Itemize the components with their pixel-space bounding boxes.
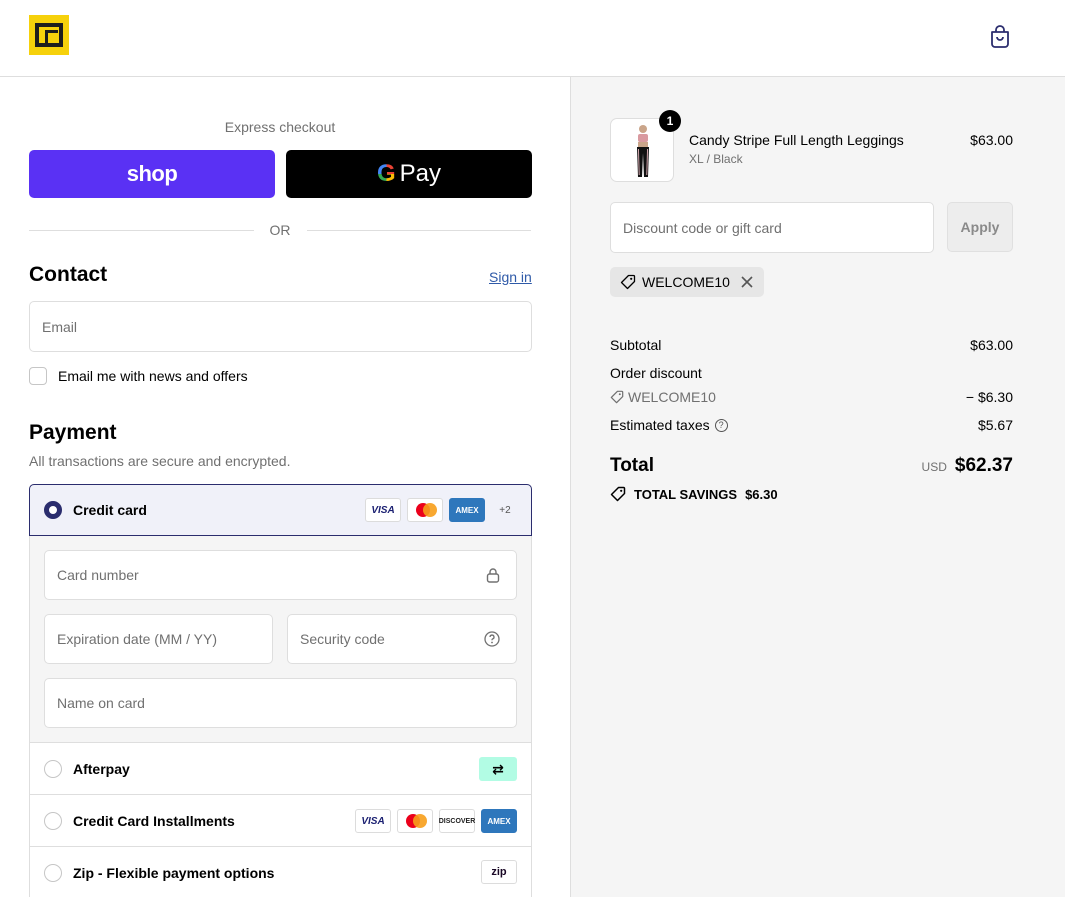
discount-value: − $6.30 — [965, 389, 1013, 405]
credit-card-radio[interactable] — [44, 501, 62, 519]
sign-in-link[interactable]: Sign in — [489, 269, 532, 285]
mastercard-icon — [407, 498, 443, 522]
lock-icon — [486, 568, 500, 583]
subtotal-row: Subtotal $63.00 — [610, 337, 1013, 353]
order-discount-row: Order discount — [610, 365, 1013, 381]
mastercard-icon — [397, 809, 433, 833]
header — [0, 0, 1065, 77]
discount-tag-icon — [620, 274, 636, 290]
total-label: Total — [610, 455, 654, 476]
product-price: $63.00 — [970, 132, 1013, 148]
zip-label: Zip - Flexible payment options — [73, 864, 275, 881]
google-g-icon: G — [376, 160, 396, 187]
payment-methods: Credit card VISA AMEX +2 Card number Exp… — [29, 484, 532, 897]
payment-option-afterpay[interactable]: Afterpay ⇄ — [30, 744, 531, 794]
zip-icon: zip — [481, 860, 517, 884]
discount-code-input[interactable]: Discount code or gift card — [610, 202, 934, 253]
name-on-card-input[interactable]: Name on card — [44, 678, 517, 728]
discount-tag-icon — [610, 390, 624, 404]
contact-title: Contact — [29, 263, 108, 286]
discover-icon: DISCOVER — [439, 809, 475, 833]
product-name: Candy Stripe Full Length Leggings — [689, 132, 904, 148]
afterpay-label: Afterpay — [73, 761, 130, 777]
installments-label: Credit Card Installments — [73, 812, 235, 829]
amex-icon: AMEX — [449, 498, 485, 522]
subtotal-value: $63.00 — [970, 337, 1013, 353]
total-savings: TOTAL SAVINGS $6.30 — [610, 486, 778, 502]
taxes-label: Estimated taxes — [610, 417, 710, 433]
help-circle-icon[interactable] — [484, 631, 500, 647]
card-brand-logos: VISA AMEX +2 — [365, 498, 517, 522]
currency-code: USD — [921, 460, 947, 474]
help-circle-icon[interactable]: ? — [714, 418, 728, 432]
remove-discount-icon[interactable] — [740, 275, 754, 289]
google-pay-button[interactable]: G Pay — [286, 150, 532, 198]
or-label: OR — [269, 222, 291, 238]
security-code-placeholder: Security code — [300, 631, 385, 647]
order-summary: 1 Candy Stripe Full Length Leggings XL /… — [570, 77, 1065, 897]
product-variant: XL / Black — [689, 152, 743, 166]
checkout-form: Express checkout shop G Pay OR Contact S… — [0, 77, 570, 897]
security-code-input[interactable]: Security code — [287, 614, 517, 664]
more-cards-count: +2 — [499, 504, 511, 516]
total-value: $62.37 — [954, 455, 1013, 476]
installments-radio[interactable] — [44, 811, 62, 830]
payment-option-installments[interactable]: Credit Card Installments VISA DISCOVER A… — [30, 795, 531, 846]
shop-pay-label: shop — [126, 161, 178, 186]
discount-code-row: WELCOME10 − $6.30 — [610, 389, 1013, 405]
taxes-row: Estimated taxes ? $5.67 — [610, 417, 1013, 433]
newsletter-option[interactable]: Email me with news and offers — [29, 367, 248, 385]
credit-card-form: Card number Expiration date (MM / YY) Se… — [30, 536, 531, 743]
credit-card-label: Credit card — [73, 502, 147, 518]
card-number-input[interactable]: Card number — [44, 550, 517, 600]
afterpay-radio[interactable] — [44, 760, 62, 778]
payment-option-credit-card[interactable]: Credit card VISA AMEX +2 — [29, 484, 532, 536]
newsletter-label: Email me with news and offers — [58, 368, 248, 384]
or-divider: OR — [29, 220, 531, 240]
card-number-placeholder: Card number — [57, 567, 139, 583]
amex-icon: AMEX — [481, 809, 517, 833]
afterpay-icon: ⇄ — [479, 757, 517, 781]
quantity-badge: 1 — [659, 110, 681, 132]
visa-icon: VISA — [365, 498, 401, 522]
savings-tag-icon — [610, 486, 626, 502]
shopping-bag-icon[interactable] — [989, 24, 1011, 48]
brand-logo[interactable] — [29, 15, 69, 55]
discount-code-label: WELCOME10 — [628, 389, 716, 405]
subtotal-label: Subtotal — [610, 337, 662, 353]
savings-label: TOTAL SAVINGS — [634, 486, 738, 502]
visa-icon: VISA — [355, 809, 391, 833]
payment-option-zip[interactable]: Zip - Flexible payment options zip — [30, 847, 531, 897]
express-checkout-label: Express checkout — [224, 119, 336, 135]
installment-brand-logos: VISA DISCOVER AMEX — [355, 809, 517, 833]
shop-pay-button[interactable]: shop — [29, 150, 275, 198]
expiration-date-input[interactable]: Expiration date (MM / YY) — [44, 614, 273, 664]
savings-value: $6.30 — [745, 486, 778, 502]
google-pay-label: Pay — [399, 160, 442, 187]
order-discount-label: Order discount — [610, 365, 702, 381]
zip-radio[interactable] — [44, 863, 62, 882]
payment-subtitle: All transactions are secure and encrypte… — [29, 453, 291, 469]
applied-code: WELCOME10 — [642, 274, 730, 290]
email-input[interactable]: Email — [29, 301, 532, 352]
apply-discount-button[interactable]: Apply — [947, 202, 1013, 252]
product-thumbnail: 1 — [610, 110, 681, 182]
taxes-value: $5.67 — [977, 417, 1013, 433]
total-row: Total USD $62.37 — [610, 455, 1013, 477]
applied-discount-tag: WELCOME10 — [610, 267, 764, 297]
newsletter-checkbox[interactable] — [29, 367, 47, 385]
payment-title: Payment — [29, 421, 117, 444]
